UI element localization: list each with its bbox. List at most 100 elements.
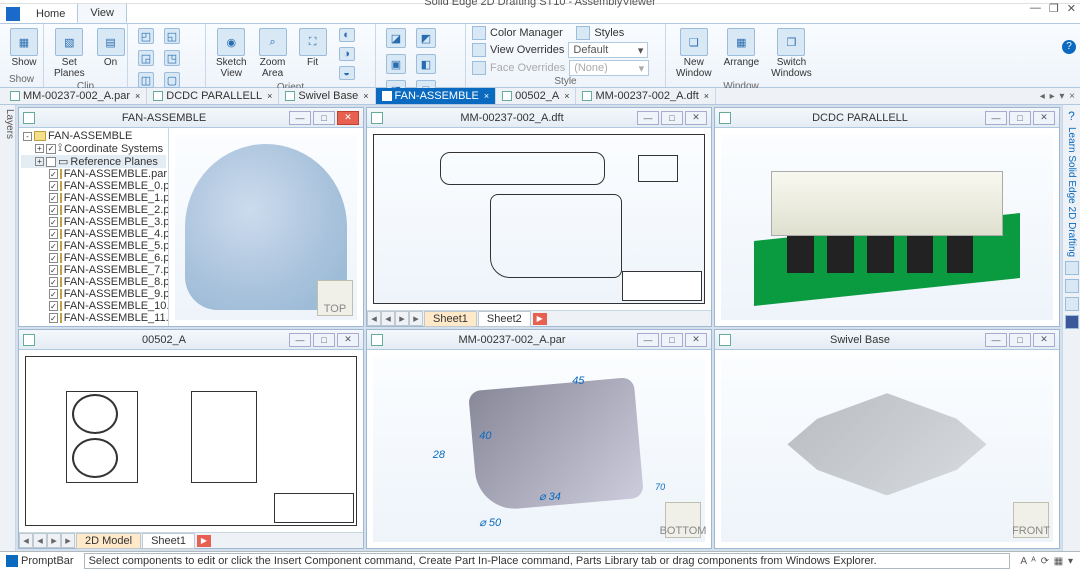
title-bar: Solid Edge 2D Drafting ST10 - AssemblyVi… bbox=[0, 0, 1080, 4]
win-max[interactable]: □ bbox=[1009, 333, 1031, 347]
view-overrides-icon bbox=[472, 43, 486, 57]
learn-panel-label[interactable]: Learn Solid Edge 2D Drafting bbox=[1066, 127, 1077, 257]
view-btn-5[interactable]: ◫ bbox=[134, 70, 158, 90]
view-btn-6[interactable]: ▢ bbox=[160, 70, 184, 90]
zoom-area-button[interactable]: ⌕Zoom Area bbox=[255, 26, 291, 81]
sheet-play[interactable]: ▶ bbox=[533, 313, 547, 325]
switch-windows-button[interactable]: ❐Switch Windows bbox=[767, 26, 816, 81]
win-close[interactable]: ✕ bbox=[337, 333, 359, 347]
clip-on-button[interactable]: ▤On bbox=[93, 26, 129, 70]
styles-button[interactable]: Styles bbox=[594, 27, 624, 39]
document-tabs: MM-00237-002_A.par× DCDC PARALLELL× Swiv… bbox=[0, 88, 1080, 105]
render-btn-1[interactable]: ◪ bbox=[382, 26, 410, 50]
doctab-overflow[interactable]: ◂ ▸ ▾ × bbox=[1040, 91, 1076, 102]
doctab-4[interactable]: 00502_A× bbox=[496, 88, 576, 104]
viewport-par[interactable]: 40 45 28 ⌀ 34 ⌀ 50 70 BOTTOM bbox=[367, 350, 711, 548]
arrange-button[interactable]: ▦Arrange bbox=[720, 26, 764, 70]
win-min[interactable]: — bbox=[985, 111, 1007, 125]
right-panel: ? Learn Solid Edge 2D Drafting bbox=[1062, 105, 1080, 551]
orient-btn-2[interactable]: ◑ bbox=[335, 45, 359, 63]
orient-btn-1[interactable]: ◐ bbox=[335, 26, 359, 44]
new-window-button[interactable]: ❏New Window bbox=[672, 26, 716, 81]
rbar-icon-3[interactable] bbox=[1065, 297, 1079, 311]
render-btn-4[interactable]: ◧ bbox=[412, 52, 440, 76]
win-max[interactable]: □ bbox=[661, 333, 683, 347]
face-overrides-icon bbox=[472, 61, 486, 75]
help-icon[interactable]: ? bbox=[1068, 109, 1075, 123]
view-overrides-select[interactable]: Default▾ bbox=[568, 42, 648, 58]
sheet-2d-model[interactable]: 2D Model bbox=[76, 533, 141, 549]
win-max[interactable]: □ bbox=[313, 333, 335, 347]
restore-button[interactable]: ❐ bbox=[1049, 2, 1059, 15]
window-00502: 00502_A—□✕ ◂◂▸▸2D ModelSheet1▶ bbox=[18, 329, 364, 549]
close-button[interactable]: ✕ bbox=[1067, 2, 1076, 15]
render-btn-2[interactable]: ◩ bbox=[412, 26, 440, 50]
ribbon: ▦Show Show ▧Set Planes ▤On Clip ◰ ◱ ◲ ◳ … bbox=[0, 24, 1080, 88]
viewport-dft[interactable] bbox=[367, 128, 711, 310]
view-cube[interactable]: FRONT bbox=[1013, 502, 1049, 538]
rbar-icon-1[interactable] bbox=[1065, 261, 1079, 275]
doctab-5[interactable]: MM-00237-002_A.dft× bbox=[576, 88, 716, 104]
doctab-2[interactable]: Swivel Base× bbox=[279, 88, 375, 104]
app-title: Solid Edge 2D Drafting ST10 - AssemblyVi… bbox=[424, 0, 656, 8]
view-btn-3[interactable]: ◲ bbox=[134, 48, 158, 68]
doctab-1[interactable]: DCDC PARALLELL× bbox=[147, 88, 279, 104]
viewport-fan[interactable]: TOP bbox=[169, 128, 363, 326]
set-planes-button[interactable]: ▧Set Planes bbox=[50, 26, 89, 81]
status-tools[interactable]: A ᴬ ⟳ ▦ ▾ bbox=[1014, 556, 1080, 567]
help-button[interactable]: ? bbox=[1062, 40, 1076, 54]
show-button[interactable]: ▦Show bbox=[6, 26, 42, 70]
sketch-view-button[interactable]: ◉Sketch View bbox=[212, 26, 251, 81]
win-close[interactable]: ✕ bbox=[1033, 333, 1055, 347]
doc-icon bbox=[23, 112, 35, 124]
viewport-swivel[interactable]: FRONT bbox=[715, 350, 1059, 548]
win-close[interactable]: ✕ bbox=[685, 333, 707, 347]
win-max[interactable]: □ bbox=[661, 111, 683, 125]
prompt-message: Select components to edit or click the I… bbox=[84, 553, 1011, 569]
styles-icon bbox=[576, 26, 590, 40]
doctab-0[interactable]: MM-00237-002_A.par× bbox=[4, 88, 147, 104]
facebook-icon[interactable] bbox=[1065, 315, 1079, 329]
view-cube[interactable]: TOP bbox=[317, 280, 353, 316]
win-min[interactable]: — bbox=[637, 111, 659, 125]
win-close[interactable]: ✕ bbox=[337, 111, 359, 125]
viewport-dcdc[interactable] bbox=[715, 128, 1059, 326]
win-max[interactable]: □ bbox=[313, 111, 335, 125]
win-min[interactable]: — bbox=[289, 111, 311, 125]
face-overrides-select: (None)▾ bbox=[569, 60, 649, 76]
model-tree[interactable]: -FAN-ASSEMBLE +✓⟟Coordinate Systems +▭Re… bbox=[19, 128, 169, 326]
win-min[interactable]: — bbox=[985, 333, 1007, 347]
color-manager-icon bbox=[472, 26, 486, 40]
tab-home[interactable]: Home bbox=[24, 5, 77, 23]
fit-button[interactable]: ⛶Fit bbox=[295, 26, 331, 70]
mdi-area: FAN-ASSEMBLE—□✕ -FAN-ASSEMBLE +✓⟟Coordin… bbox=[16, 105, 1062, 551]
win-min[interactable]: — bbox=[637, 333, 659, 347]
win-max[interactable]: □ bbox=[1009, 111, 1031, 125]
color-manager-button[interactable]: Color Manager bbox=[490, 27, 563, 39]
left-panel-layers[interactable]: Layers bbox=[0, 105, 16, 551]
window-swivel: Swivel Base—□✕ FRONT bbox=[714, 329, 1060, 549]
render-btn-3[interactable]: ▣ bbox=[382, 52, 410, 76]
sheet-2[interactable]: Sheet2 bbox=[478, 311, 531, 327]
sheet-1b[interactable]: Sheet1 bbox=[142, 533, 195, 549]
win-min[interactable]: — bbox=[289, 333, 311, 347]
prompt-icon bbox=[6, 555, 18, 567]
minimize-button[interactable]: — bbox=[1030, 2, 1041, 15]
window-dft: MM-00237-002_A.dft—□✕ ◂◂▸▸Sheet1Sheet2▶ bbox=[366, 107, 712, 327]
win-close[interactable]: ✕ bbox=[685, 111, 707, 125]
viewport-00502[interactable] bbox=[19, 350, 363, 532]
prompt-bar: PromptBar Select components to edit or c… bbox=[0, 551, 1080, 570]
view-btn-1[interactable]: ◰ bbox=[134, 26, 158, 46]
orient-btn-3[interactable]: ◒ bbox=[335, 64, 359, 82]
win-close[interactable]: ✕ bbox=[1033, 111, 1055, 125]
view-btn-4[interactable]: ◳ bbox=[160, 48, 184, 68]
rbar-icon-2[interactable] bbox=[1065, 279, 1079, 293]
app-menu-button[interactable] bbox=[6, 7, 20, 21]
sheet-1[interactable]: Sheet1 bbox=[424, 311, 477, 327]
view-cube[interactable]: BOTTOM bbox=[665, 502, 701, 538]
doctab-3[interactable]: FAN-ASSEMBLE× bbox=[376, 88, 497, 104]
view-btn-2[interactable]: ◱ bbox=[160, 26, 184, 46]
tab-view[interactable]: View bbox=[77, 3, 127, 23]
window-fan-assemble: FAN-ASSEMBLE—□✕ -FAN-ASSEMBLE +✓⟟Coordin… bbox=[18, 107, 364, 327]
window-sys-buttons: — ❐ ✕ bbox=[1030, 2, 1076, 15]
